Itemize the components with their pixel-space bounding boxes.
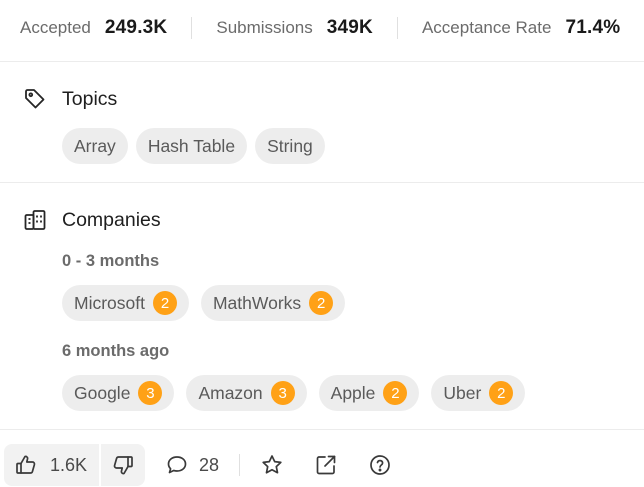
comments-button[interactable]: 28 <box>165 444 219 486</box>
companies-title: Companies <box>62 208 161 231</box>
company-tag[interactable]: MathWorks 2 <box>200 285 346 321</box>
acceptance-rate-label: Acceptance Rate <box>421 18 552 37</box>
company-name: Uber <box>443 382 482 403</box>
acceptance-rate-value: 71.4% <box>565 17 621 38</box>
like-count: 1.6K <box>50 454 88 475</box>
companies-header[interactable]: Companies <box>22 207 161 233</box>
company-name: Amazon <box>198 382 263 403</box>
favorite-button[interactable] <box>260 444 284 486</box>
thumbs-up-icon <box>14 453 38 477</box>
period-label: 6 months ago <box>62 342 170 360</box>
topic-tag[interactable]: Array <box>62 128 128 164</box>
help-icon <box>368 453 392 477</box>
company-name: MathWorks <box>212 292 302 313</box>
company-tag[interactable]: Uber 2 <box>431 375 526 411</box>
share-button[interactable] <box>314 444 338 486</box>
submissions-value: 349K <box>326 17 373 38</box>
company-name: Google <box>74 382 131 403</box>
external-link-icon <box>314 453 338 477</box>
vote-group: 1.6K <box>4 444 146 486</box>
divider <box>239 454 241 476</box>
company-tags: Google 3 Amazon 3 Apple 2 Uber 2 <box>62 375 537 411</box>
tag-icon <box>22 86 48 112</box>
action-bar: 1.6K 28 <box>0 443 644 487</box>
company-name: Apple <box>330 382 376 403</box>
stats-row: Accepted 249.3K Submissions 349K Accepta… <box>20 10 620 46</box>
topic-tag[interactable]: String <box>255 128 325 164</box>
topics-header[interactable]: Topics <box>22 86 117 112</box>
company-tag[interactable]: Apple 2 <box>318 375 420 411</box>
divider <box>191 17 193 39</box>
comment-count: 28 <box>199 454 220 475</box>
section-divider <box>0 182 644 183</box>
company-tags: Microsoft 2 MathWorks 2 <box>62 285 357 321</box>
section-divider <box>0 61 644 62</box>
company-name: Microsoft <box>74 292 145 313</box>
topics-title: Topics <box>62 87 118 110</box>
company-tag[interactable]: Google 3 <box>62 375 175 411</box>
count-badge: 2 <box>152 291 177 315</box>
count-badge: 3 <box>270 381 295 405</box>
problem-info-panel: Accepted 249.3K Submissions 349K Accepta… <box>0 0 644 487</box>
thumbs-down-icon <box>111 453 135 477</box>
count-badge: 3 <box>138 381 163 405</box>
accepted-value: 249.3K <box>104 17 168 38</box>
section-divider <box>0 429 644 430</box>
count-badge: 2 <box>309 291 334 315</box>
star-icon <box>260 453 284 477</box>
accepted-label: Accepted <box>20 18 91 37</box>
count-badge: 2 <box>489 381 514 405</box>
topic-tag[interactable]: Hash Table <box>135 128 248 164</box>
count-badge: 2 <box>383 381 408 405</box>
submissions-label: Submissions <box>216 18 313 37</box>
dislike-button[interactable] <box>101 444 146 486</box>
company-tag[interactable]: Microsoft 2 <box>62 285 189 321</box>
company-tag[interactable]: Amazon 3 <box>186 375 307 411</box>
period-label: 0 - 3 months <box>62 252 160 270</box>
divider <box>396 17 398 39</box>
help-button[interactable] <box>368 444 392 486</box>
comment-icon <box>165 453 189 477</box>
topic-tags: Array Hash Table String <box>62 128 333 164</box>
like-button[interactable]: 1.6K <box>4 444 100 486</box>
building-icon <box>22 207 48 233</box>
